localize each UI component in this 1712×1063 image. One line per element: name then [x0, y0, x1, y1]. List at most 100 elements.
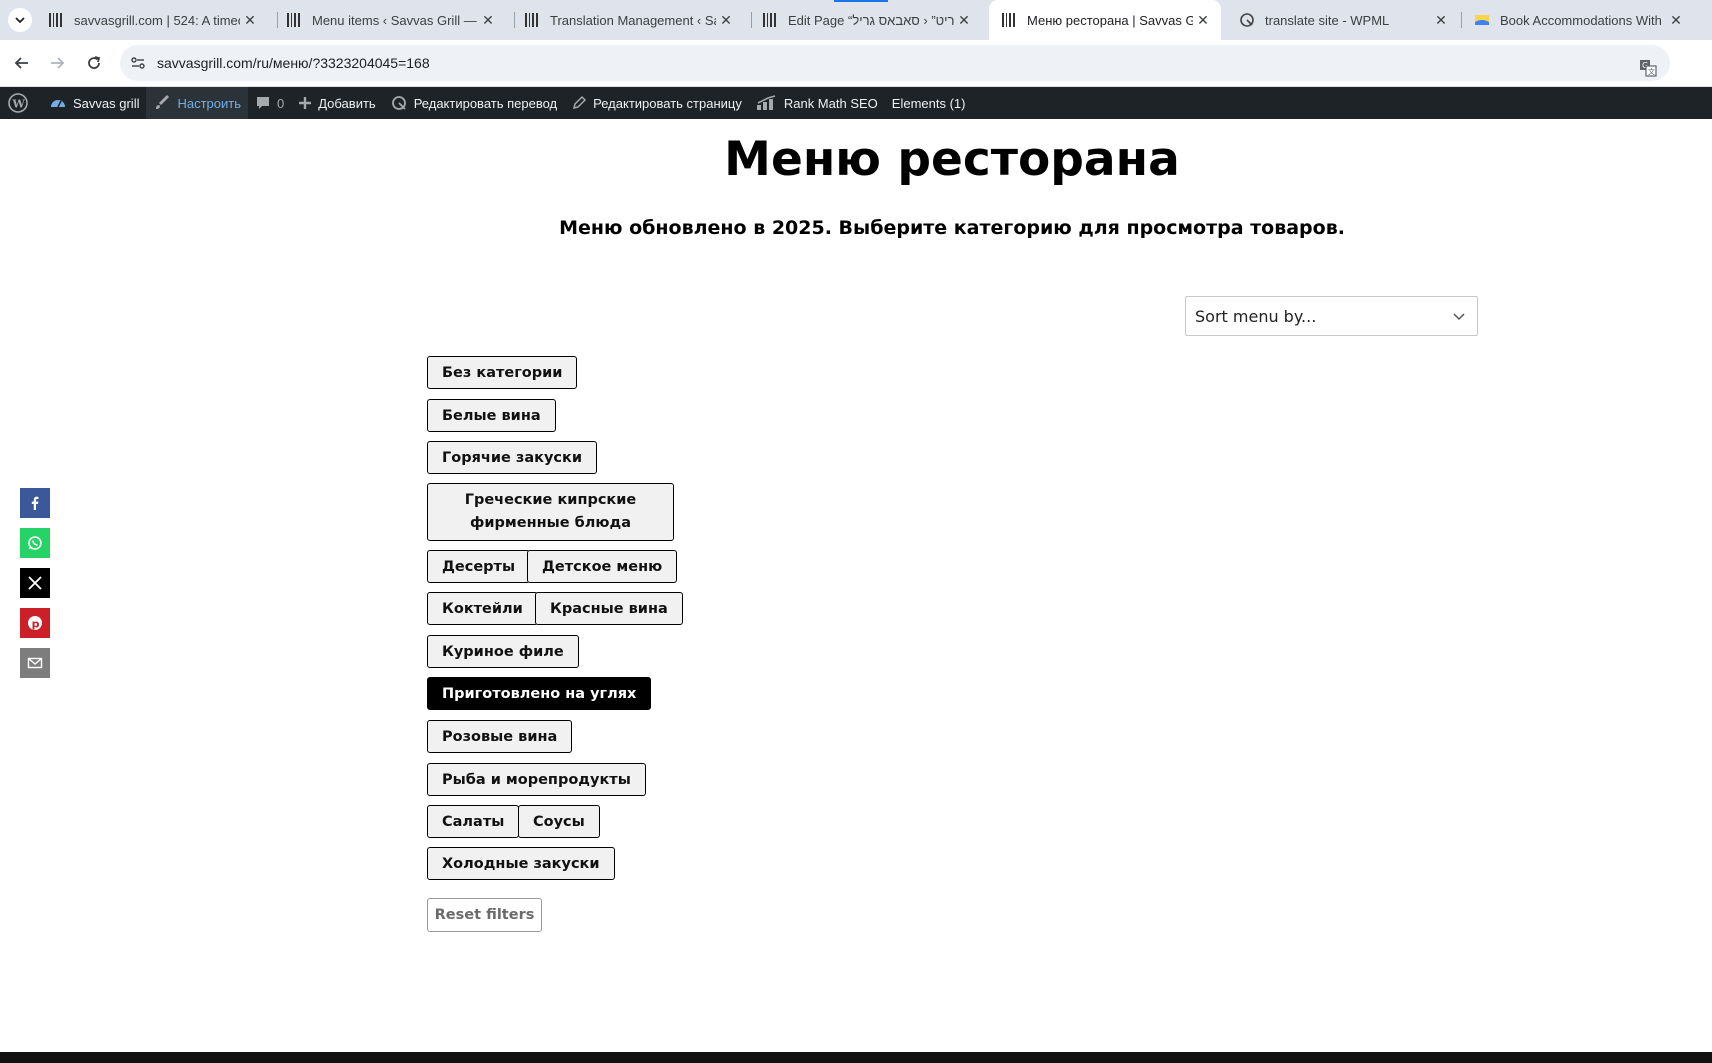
- footer-edge: [0, 1052, 1712, 1063]
- add-new-link[interactable]: Добавить: [291, 87, 382, 119]
- rank-math-link[interactable]: Rank Math SEO: [749, 87, 885, 119]
- sort-menu-select[interactable]: Sort menu by...: [1185, 296, 1478, 336]
- category-button[interactable]: Красные вина: [535, 592, 683, 625]
- close-icon[interactable]: ✕: [716, 10, 736, 30]
- email-share-button[interactable]: [20, 648, 50, 678]
- whatsapp-icon: [28, 536, 42, 550]
- reload-icon: [88, 56, 101, 69]
- close-icon[interactable]: ✕: [954, 10, 974, 30]
- category-button[interactable]: Белые вина: [427, 399, 556, 432]
- close-icon[interactable]: ✕: [478, 10, 498, 30]
- pencil-icon: [573, 95, 587, 110]
- tab-title: Menu items ‹ Savvas Grill — Wo: [312, 12, 478, 28]
- page-title: Меню ресторана: [724, 132, 1180, 187]
- browser-tab[interactable]: translate site - WPML ✕: [1227, 0, 1459, 40]
- site-settings-icon[interactable]: [128, 53, 148, 73]
- add-new-label: Добавить: [318, 95, 376, 111]
- tab-title: Edit Page “תפריט” ‹ סאבאס גריל: [788, 12, 954, 28]
- barcode-icon: [286, 12, 302, 28]
- close-icon[interactable]: ✕: [240, 10, 260, 30]
- dashboard-icon: [51, 100, 65, 108]
- pinterest-share-button[interactable]: p: [20, 608, 50, 638]
- customize-label: Настроить: [177, 95, 241, 111]
- svg-text:p: p: [32, 617, 40, 630]
- category-button[interactable]: Рыба и морепродукты: [427, 763, 646, 796]
- tab-strip: savvasgrill.com | 524: A timeout ✕ Menu …: [0, 0, 1712, 40]
- address-url[interactable]: savvasgrill.com/ru/меню/?3323204045=168: [157, 55, 430, 71]
- arrow-right-icon: [51, 57, 65, 69]
- browser-tab[interactable]: Translation Management ‹ Savv ✕: [512, 0, 744, 40]
- category-button[interactable]: Детское меню: [527, 550, 678, 583]
- whatsapp-share-button[interactable]: [20, 528, 50, 558]
- pinterest-icon: p: [28, 616, 42, 630]
- tab-title: Меню ресторана | Savvas Grill: [1027, 12, 1193, 28]
- category-button-active[interactable]: Приготовлено на углях: [427, 677, 652, 710]
- address-bar[interactable]: savvasgrill.com/ru/меню/?3323204045=168 …: [120, 45, 1670, 81]
- comments-count: 0: [277, 95, 285, 111]
- arrow-left-icon: [14, 57, 28, 69]
- svg-text:文: 文: [1648, 67, 1655, 76]
- back-button[interactable]: [9, 50, 35, 76]
- forward-button[interactable]: [44, 50, 70, 76]
- site-name-label: Savvas grill: [73, 95, 140, 111]
- reset-filters-button[interactable]: Reset filters: [427, 898, 542, 932]
- browser-toolbar: savvasgrill.com/ru/меню/?3323204045=168 …: [0, 40, 1712, 87]
- close-icon[interactable]: ✕: [1193, 10, 1213, 30]
- x-icon: [28, 576, 42, 590]
- email-icon: [27, 657, 43, 669]
- category-button[interactable]: Коктейли: [427, 592, 538, 625]
- site-name-link[interactable]: Savvas grill: [42, 87, 146, 119]
- browser-tab[interactable]: Menu items ‹ Savvas Grill — Wo ✕: [274, 0, 506, 40]
- edit-translation-link[interactable]: Редактировать перевод: [383, 87, 564, 119]
- customize-link[interactable]: Настроить: [146, 87, 248, 119]
- category-button[interactable]: Холодные закуски: [427, 847, 615, 880]
- edit-page-label: Редактировать страницу: [593, 95, 742, 111]
- barcode-icon: [1001, 12, 1017, 28]
- translate-icon[interactable]: G文: [1638, 58, 1658, 78]
- barcode-icon: [524, 12, 540, 28]
- tab-title: Book Accommodations With O: [1500, 12, 1666, 28]
- tab-title: translate site - WPML: [1265, 12, 1390, 28]
- barcode-icon: [48, 12, 64, 28]
- brush-icon: [156, 94, 170, 109]
- category-button[interactable]: Розовые вина: [427, 720, 573, 753]
- category-button[interactable]: Без категории: [427, 356, 578, 389]
- rank-math-label: Rank Math SEO: [783, 95, 878, 111]
- edit-page-link[interactable]: Редактировать страницу: [564, 87, 749, 119]
- elements-link[interactable]: Elements (1): [885, 87, 973, 119]
- browser-tab-active[interactable]: Меню ресторана | Savvas Grill ✕: [989, 0, 1221, 40]
- sort-menu-placeholder: Sort menu by...: [1195, 306, 1317, 326]
- close-icon[interactable]: ✕: [1431, 10, 1451, 30]
- x-share-button[interactable]: [20, 568, 50, 598]
- wordpress-logo-button[interactable]: W: [0, 87, 42, 119]
- browser-tab[interactable]: Edit Page “תפריט” ‹ סאבאס גריל ✕: [750, 0, 982, 40]
- rank-math-icon: [756, 95, 776, 110]
- category-button[interactable]: Салаты: [427, 805, 520, 838]
- page-subtitle: Меню обновлено в 2025. Выберите категори…: [559, 217, 1345, 239]
- tab-search-button[interactable]: [8, 8, 32, 32]
- wpml-icon: [1239, 12, 1255, 28]
- facebook-icon: [31, 496, 39, 510]
- wp-admin-bar: W Savvas grill Настроить 0 Добавить Реда…: [0, 87, 1712, 119]
- chevron-down-icon: [1451, 308, 1467, 324]
- close-icon[interactable]: ✕: [1666, 10, 1686, 30]
- svg-text:W: W: [12, 98, 26, 111]
- elements-label: Elements (1): [891, 95, 966, 111]
- category-button[interactable]: Десерты: [427, 550, 531, 583]
- reload-button[interactable]: [81, 50, 107, 76]
- category-button[interactable]: Греческие кипрские фирменные блюда: [427, 483, 674, 541]
- plus-icon: [299, 97, 312, 109]
- comment-icon: [257, 97, 269, 109]
- category-button[interactable]: Горячие закуски: [427, 441, 597, 474]
- tab-title: Translation Management ‹ Savv: [550, 12, 716, 28]
- category-button[interactable]: Соусы: [518, 805, 600, 838]
- browser-tab[interactable]: Book Accommodations With O ✕: [1462, 0, 1694, 40]
- barcode-icon: [762, 12, 778, 28]
- wordpress-icon: W: [8, 93, 28, 113]
- chevron-down-icon: [15, 17, 25, 24]
- category-button[interactable]: Куриное филе: [427, 635, 579, 668]
- browser-tab[interactable]: savvasgrill.com | 524: A timeout ✕: [36, 0, 268, 40]
- edit-translation-label: Редактировать перевод: [413, 95, 558, 111]
- facebook-share-button[interactable]: [20, 488, 50, 518]
- comments-link[interactable]: 0: [248, 87, 291, 119]
